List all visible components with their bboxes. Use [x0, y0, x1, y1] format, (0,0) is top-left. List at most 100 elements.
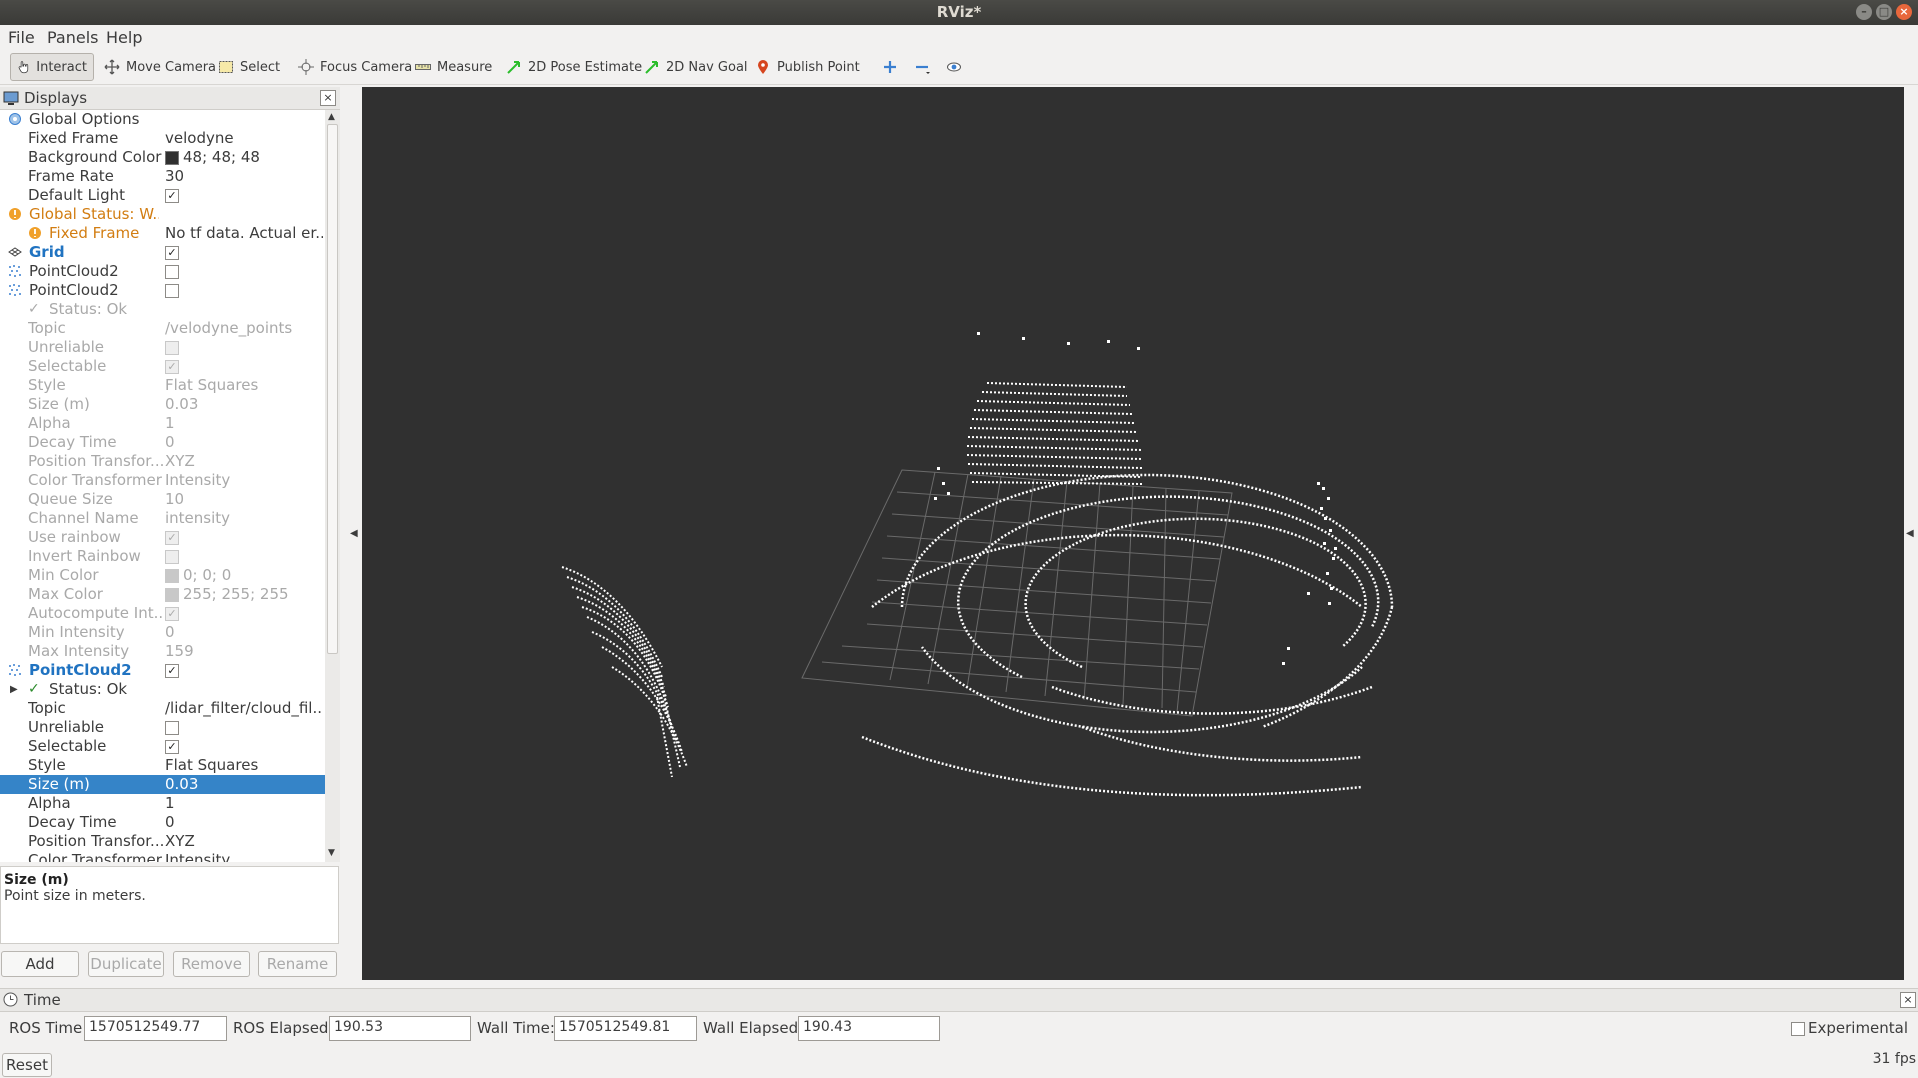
pointcloud2-1-enable-checkbox[interactable]: [165, 264, 179, 279]
tree-row-position-transformer[interactable]: Position Transfor... XYZ: [0, 452, 325, 471]
use-rainbow-checkbox[interactable]: ✓: [165, 530, 179, 545]
pointcloud2-2-enable-checkbox[interactable]: [165, 283, 179, 298]
tree-row-max-intensity[interactable]: Max Intensity 159: [0, 642, 325, 661]
invert-rainbow-checkbox[interactable]: [165, 549, 179, 564]
unreliable-checkbox[interactable]: [165, 340, 179, 355]
tree-row-topic[interactable]: Topic /velodyne_points: [0, 319, 325, 338]
tree-row-unreliable-2[interactable]: Unreliable: [0, 718, 325, 737]
ros-time-field[interactable]: 1570512549.77: [84, 1016, 227, 1041]
scroll-thumb[interactable]: [327, 124, 338, 654]
color-transformer-2-value[interactable]: Intensity: [165, 851, 323, 862]
close-icon[interactable]: ×: [1896, 4, 1912, 20]
collapse-right-icon[interactable]: ◀: [1906, 528, 1914, 539]
tree-row-fixed-frame-status[interactable]: Fixed Frame No tf data. Actual er...: [0, 224, 325, 243]
tree-row-status-ok[interactable]: ✓ Status: Ok: [0, 300, 325, 319]
tree-row-max-color[interactable]: Max Color 255; 255; 255: [0, 585, 325, 604]
ros-elapsed-field[interactable]: 190.53: [329, 1016, 471, 1041]
menu-panels[interactable]: Panels: [47, 28, 99, 47]
grid-enable-checkbox[interactable]: ✓: [165, 245, 179, 260]
decay-time-value[interactable]: 0: [165, 433, 323, 452]
tree-row-style[interactable]: Style Flat Squares: [0, 376, 325, 395]
tool-select[interactable]: Select: [212, 53, 286, 81]
position-transformer-value[interactable]: XYZ: [165, 452, 323, 471]
alpha-value[interactable]: 1: [165, 414, 323, 433]
tree-row-alpha-2[interactable]: Alpha 1: [0, 794, 325, 813]
tree-row-position-transformer-2[interactable]: Position Transfor... XYZ: [0, 832, 325, 851]
tree-row-decay-time-2[interactable]: Decay Time 0: [0, 813, 325, 832]
collapse-left-icon[interactable]: ◀: [350, 528, 358, 539]
maximize-icon[interactable]: □: [1876, 4, 1892, 20]
tool-interact[interactable]: Interact: [10, 53, 94, 81]
style-2-value[interactable]: Flat Squares: [165, 756, 323, 775]
tool-measure[interactable]: Measure: [409, 53, 498, 81]
tool-focus-camera[interactable]: Focus Camera: [292, 53, 418, 81]
queue-size-value[interactable]: 10: [165, 490, 323, 509]
add-tool-button[interactable]: [876, 53, 904, 81]
tree-row-fixed-frame[interactable]: Fixed Frame velodyne: [0, 129, 325, 148]
remove-tool-button[interactable]: [908, 53, 936, 81]
menu-file[interactable]: File: [8, 28, 35, 47]
tool-2d-pose-estimate[interactable]: 2D Pose Estimate: [500, 53, 648, 81]
tree-row-grid[interactable]: Grid ✓: [0, 243, 325, 262]
max-intensity-value[interactable]: 159: [165, 642, 323, 661]
default-light-checkbox[interactable]: ✓: [165, 188, 179, 203]
tree-row-use-rainbow[interactable]: Use rainbow ✓: [0, 528, 325, 547]
add-display-button[interactable]: Add: [1, 951, 79, 977]
tree-row-invert-rainbow[interactable]: Invert Rainbow: [0, 547, 325, 566]
tool-publish-point[interactable]: Publish Point: [749, 53, 866, 81]
tree-row-status-ok-2[interactable]: ▶ ✓ Status: Ok: [0, 680, 325, 699]
close-panel-icon[interactable]: ×: [320, 90, 336, 106]
background-color-value[interactable]: 48; 48; 48: [165, 148, 323, 167]
wall-time-field[interactable]: 1570512549.81: [554, 1016, 697, 1041]
min-color-value[interactable]: 0; 0; 0: [165, 566, 323, 585]
tree-row-channel-name[interactable]: Channel Name intensity: [0, 509, 325, 528]
pointcloud-scene[interactable]: [362, 87, 1904, 980]
tree-row-style-2[interactable]: Style Flat Squares: [0, 756, 325, 775]
tree-row-default-light[interactable]: Default Light ✓: [0, 186, 325, 205]
fixed-frame-value[interactable]: velodyne: [165, 129, 323, 148]
unreliable-2-checkbox[interactable]: [165, 720, 179, 735]
tree-row-min-color[interactable]: Min Color 0; 0; 0: [0, 566, 325, 585]
displays-scrollbar[interactable]: ▲ ▼: [325, 110, 340, 862]
size-value[interactable]: 0.03: [165, 395, 323, 414]
duplicate-display-button[interactable]: Duplicate: [88, 951, 164, 977]
menu-help[interactable]: Help: [106, 28, 142, 47]
tree-row-size[interactable]: Size (m) 0.03: [0, 395, 325, 414]
experimental-checkbox[interactable]: [1791, 1022, 1805, 1036]
tree-row-background-color[interactable]: Background Color 48; 48; 48: [0, 148, 325, 167]
autocompute-checkbox[interactable]: ✓: [165, 606, 179, 621]
tree-row-selectable-2[interactable]: Selectable ✓: [0, 737, 325, 756]
color-transformer-value[interactable]: Intensity: [165, 471, 323, 490]
topic-value[interactable]: /velodyne_points: [165, 319, 323, 338]
tree-row-global-options[interactable]: Global Options: [0, 110, 325, 129]
tree-row-autocompute-intensity[interactable]: Autocompute Int... ✓: [0, 604, 325, 623]
style-value[interactable]: Flat Squares: [165, 376, 323, 395]
tool-move-camera[interactable]: Move Camera: [98, 53, 222, 81]
minimize-icon[interactable]: –: [1856, 4, 1872, 20]
render-viewport[interactable]: [362, 87, 1904, 980]
min-intensity-value[interactable]: 0: [165, 623, 323, 642]
frame-rate-value[interactable]: 30: [165, 167, 323, 186]
tree-row-size-2-selected[interactable]: Size (m) 0.03: [0, 775, 325, 794]
topic-2-value[interactable]: /lidar_filter/cloud_fil...: [165, 699, 323, 718]
remove-display-button[interactable]: Remove: [173, 951, 250, 977]
tool-properties-button[interactable]: [940, 53, 968, 81]
scroll-down-icon[interactable]: ▼: [328, 848, 335, 858]
rename-display-button[interactable]: Rename: [258, 951, 337, 977]
tool-2d-nav-goal[interactable]: 2D Nav Goal: [638, 53, 754, 81]
tree-row-color-transformer-2[interactable]: Color Transformer Intensity: [0, 851, 325, 862]
scroll-up-icon[interactable]: ▲: [328, 112, 335, 122]
tree-row-selectable[interactable]: Selectable ✓: [0, 357, 325, 376]
pointcloud2-3-enable-checkbox[interactable]: ✓: [165, 663, 179, 678]
decay-time-2-value[interactable]: 0: [165, 813, 323, 832]
selectable-checkbox[interactable]: ✓: [165, 359, 179, 374]
tree-row-pointcloud2-2[interactable]: PointCloud2: [0, 281, 325, 300]
tree-row-pointcloud2-1[interactable]: PointCloud2: [0, 262, 325, 281]
size-2-value[interactable]: 0.03: [165, 775, 323, 794]
tree-row-unreliable[interactable]: Unreliable: [0, 338, 325, 357]
channel-name-value[interactable]: intensity: [165, 509, 323, 528]
expand-arrow-icon[interactable]: ▶: [10, 680, 24, 695]
tree-row-color-transformer[interactable]: Color Transformer Intensity: [0, 471, 325, 490]
tree-row-min-intensity[interactable]: Min Intensity 0: [0, 623, 325, 642]
wall-elapsed-field[interactable]: 190.43: [798, 1016, 940, 1041]
